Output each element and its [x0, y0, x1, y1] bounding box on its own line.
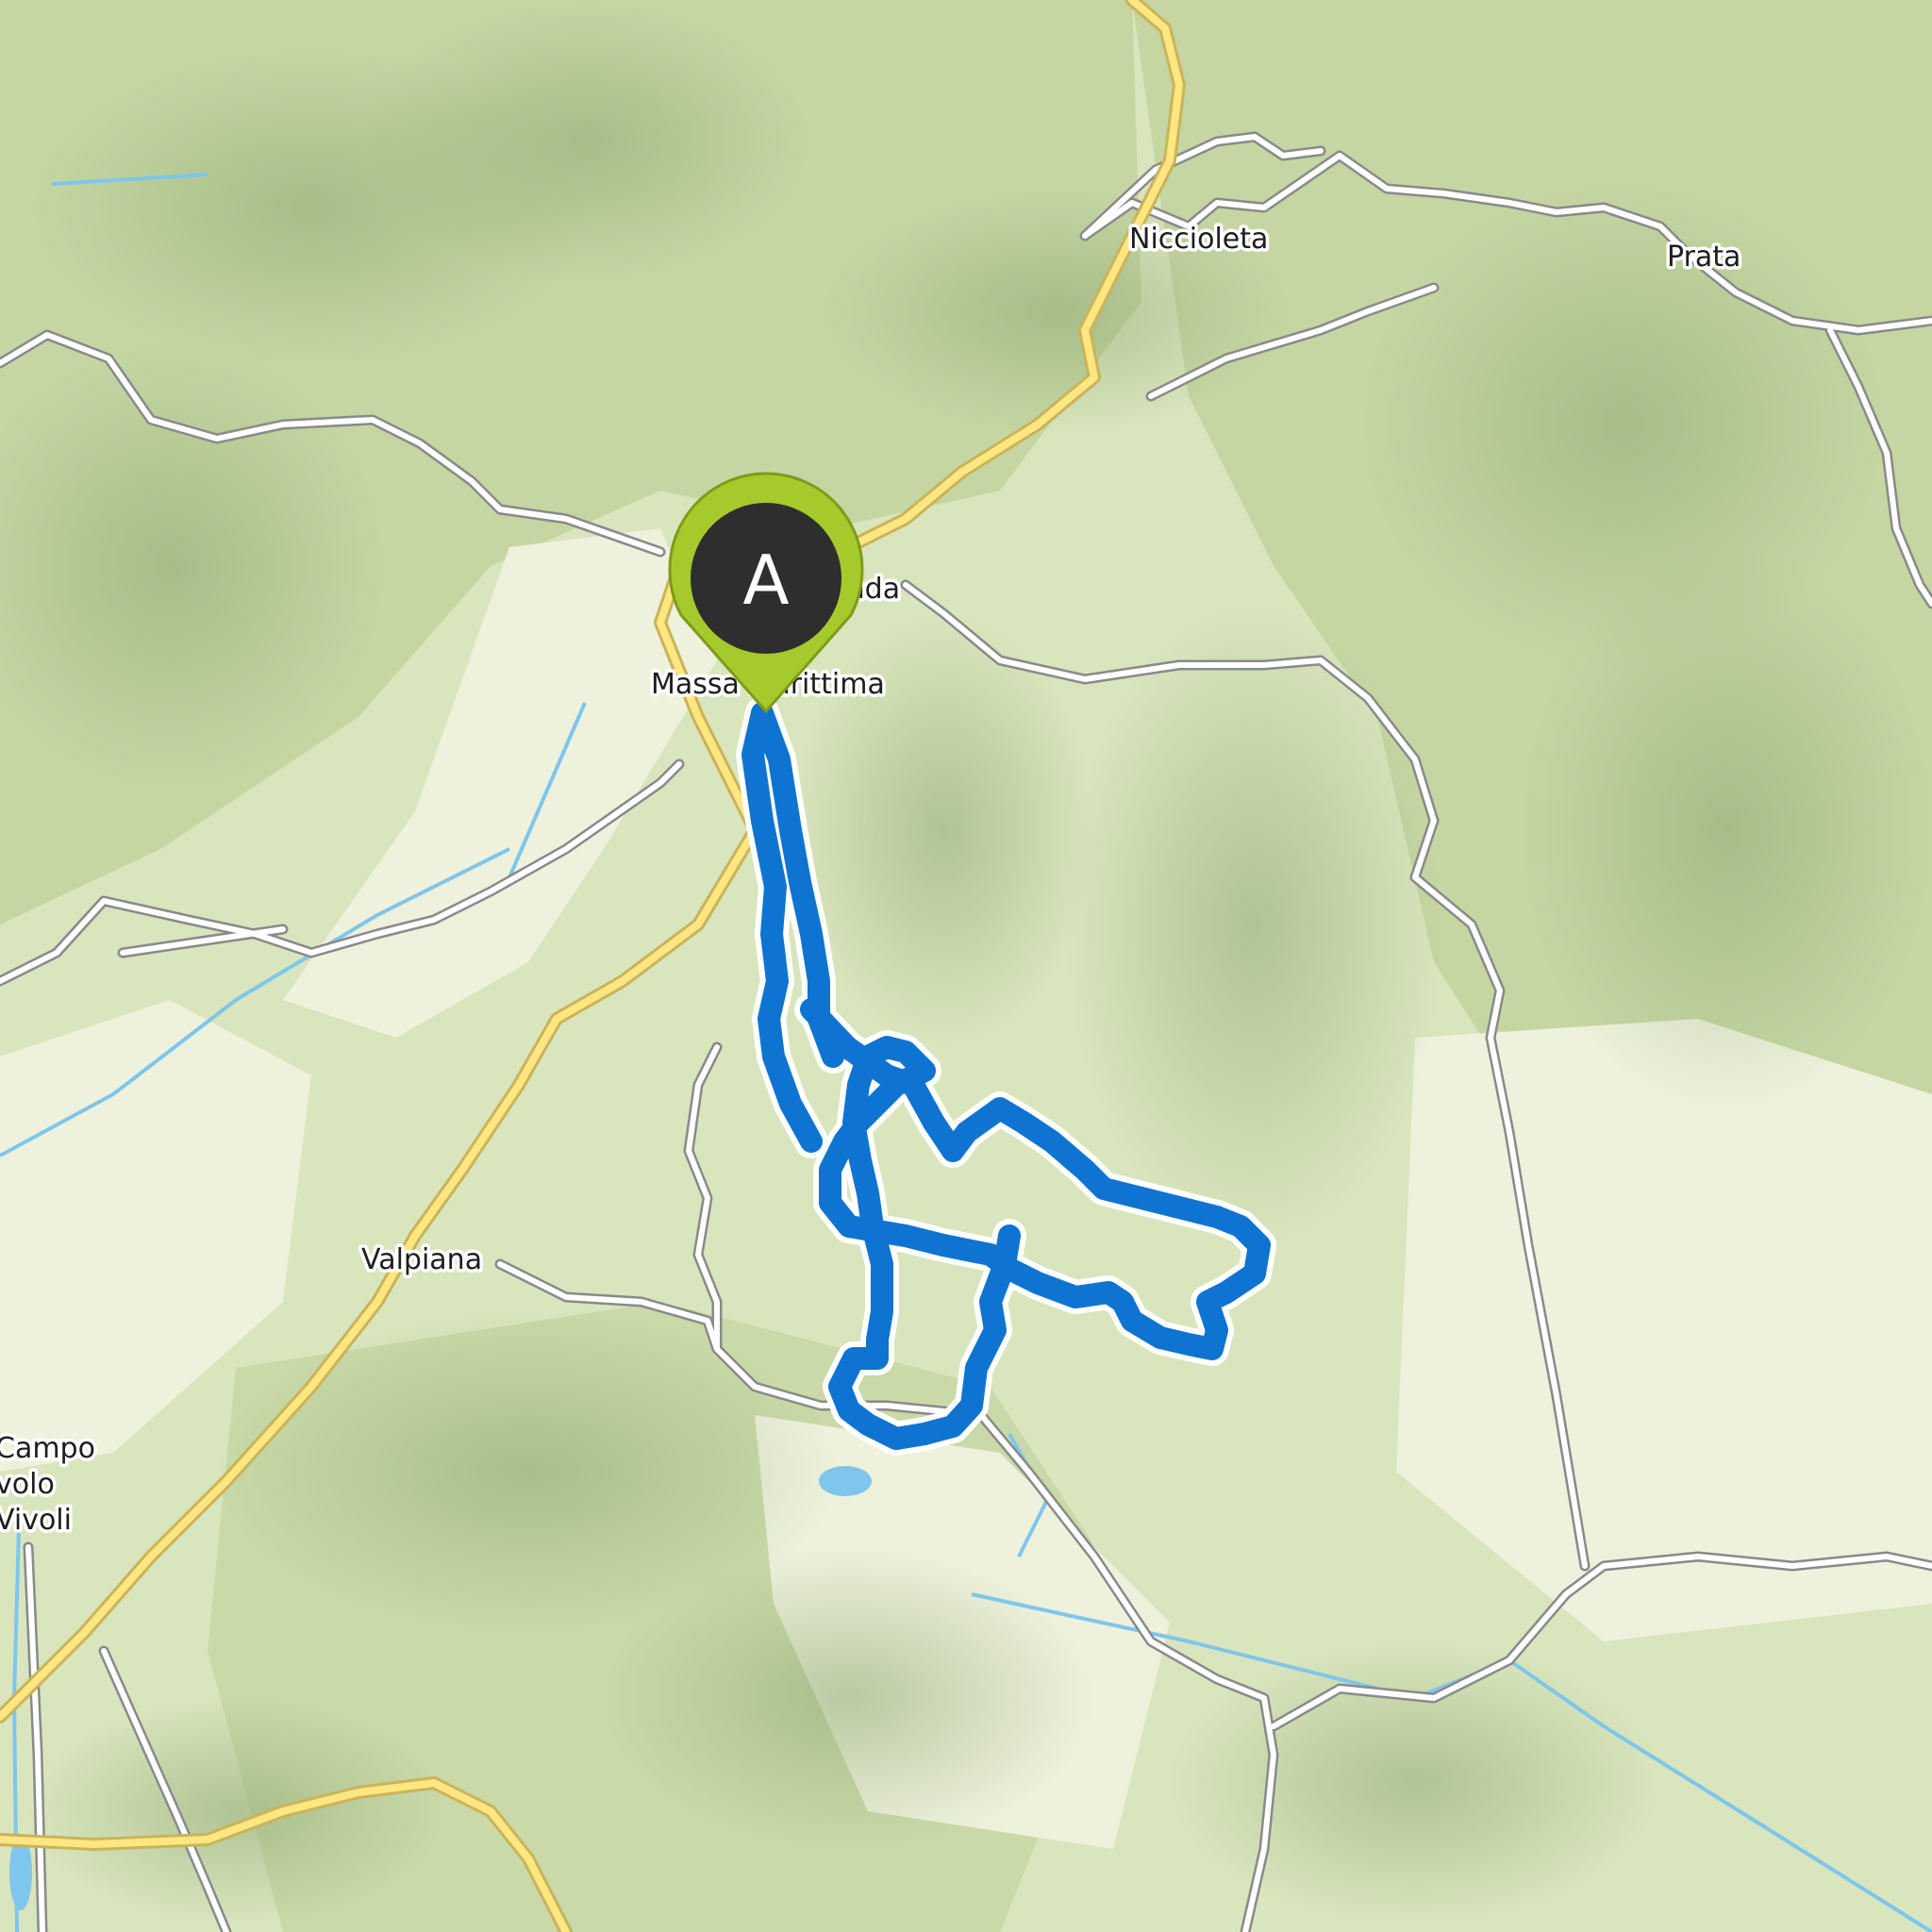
place-label-valpiana[interactable]: Valpiana	[358, 1241, 486, 1280]
ridge-shading	[28, 1698, 443, 1924]
marker-letter: A	[742, 541, 789, 620]
ridge-shading	[358, 0, 811, 283]
ridge-shading	[604, 1547, 1094, 1849]
place-label-niccioleta[interactable]: Niccioleta	[1126, 220, 1272, 259]
map-canvas[interactable]: Niccioleta Prata Ghirlanda Massa Maritti…	[0, 0, 1932, 1932]
ridge-shading	[1066, 604, 1443, 1245]
small-lake	[819, 1466, 872, 1496]
place-label-prata[interactable]: Prata	[1664, 238, 1744, 277]
ridge-shading	[1519, 547, 1932, 1113]
ridge-shading	[1170, 1641, 1660, 1924]
